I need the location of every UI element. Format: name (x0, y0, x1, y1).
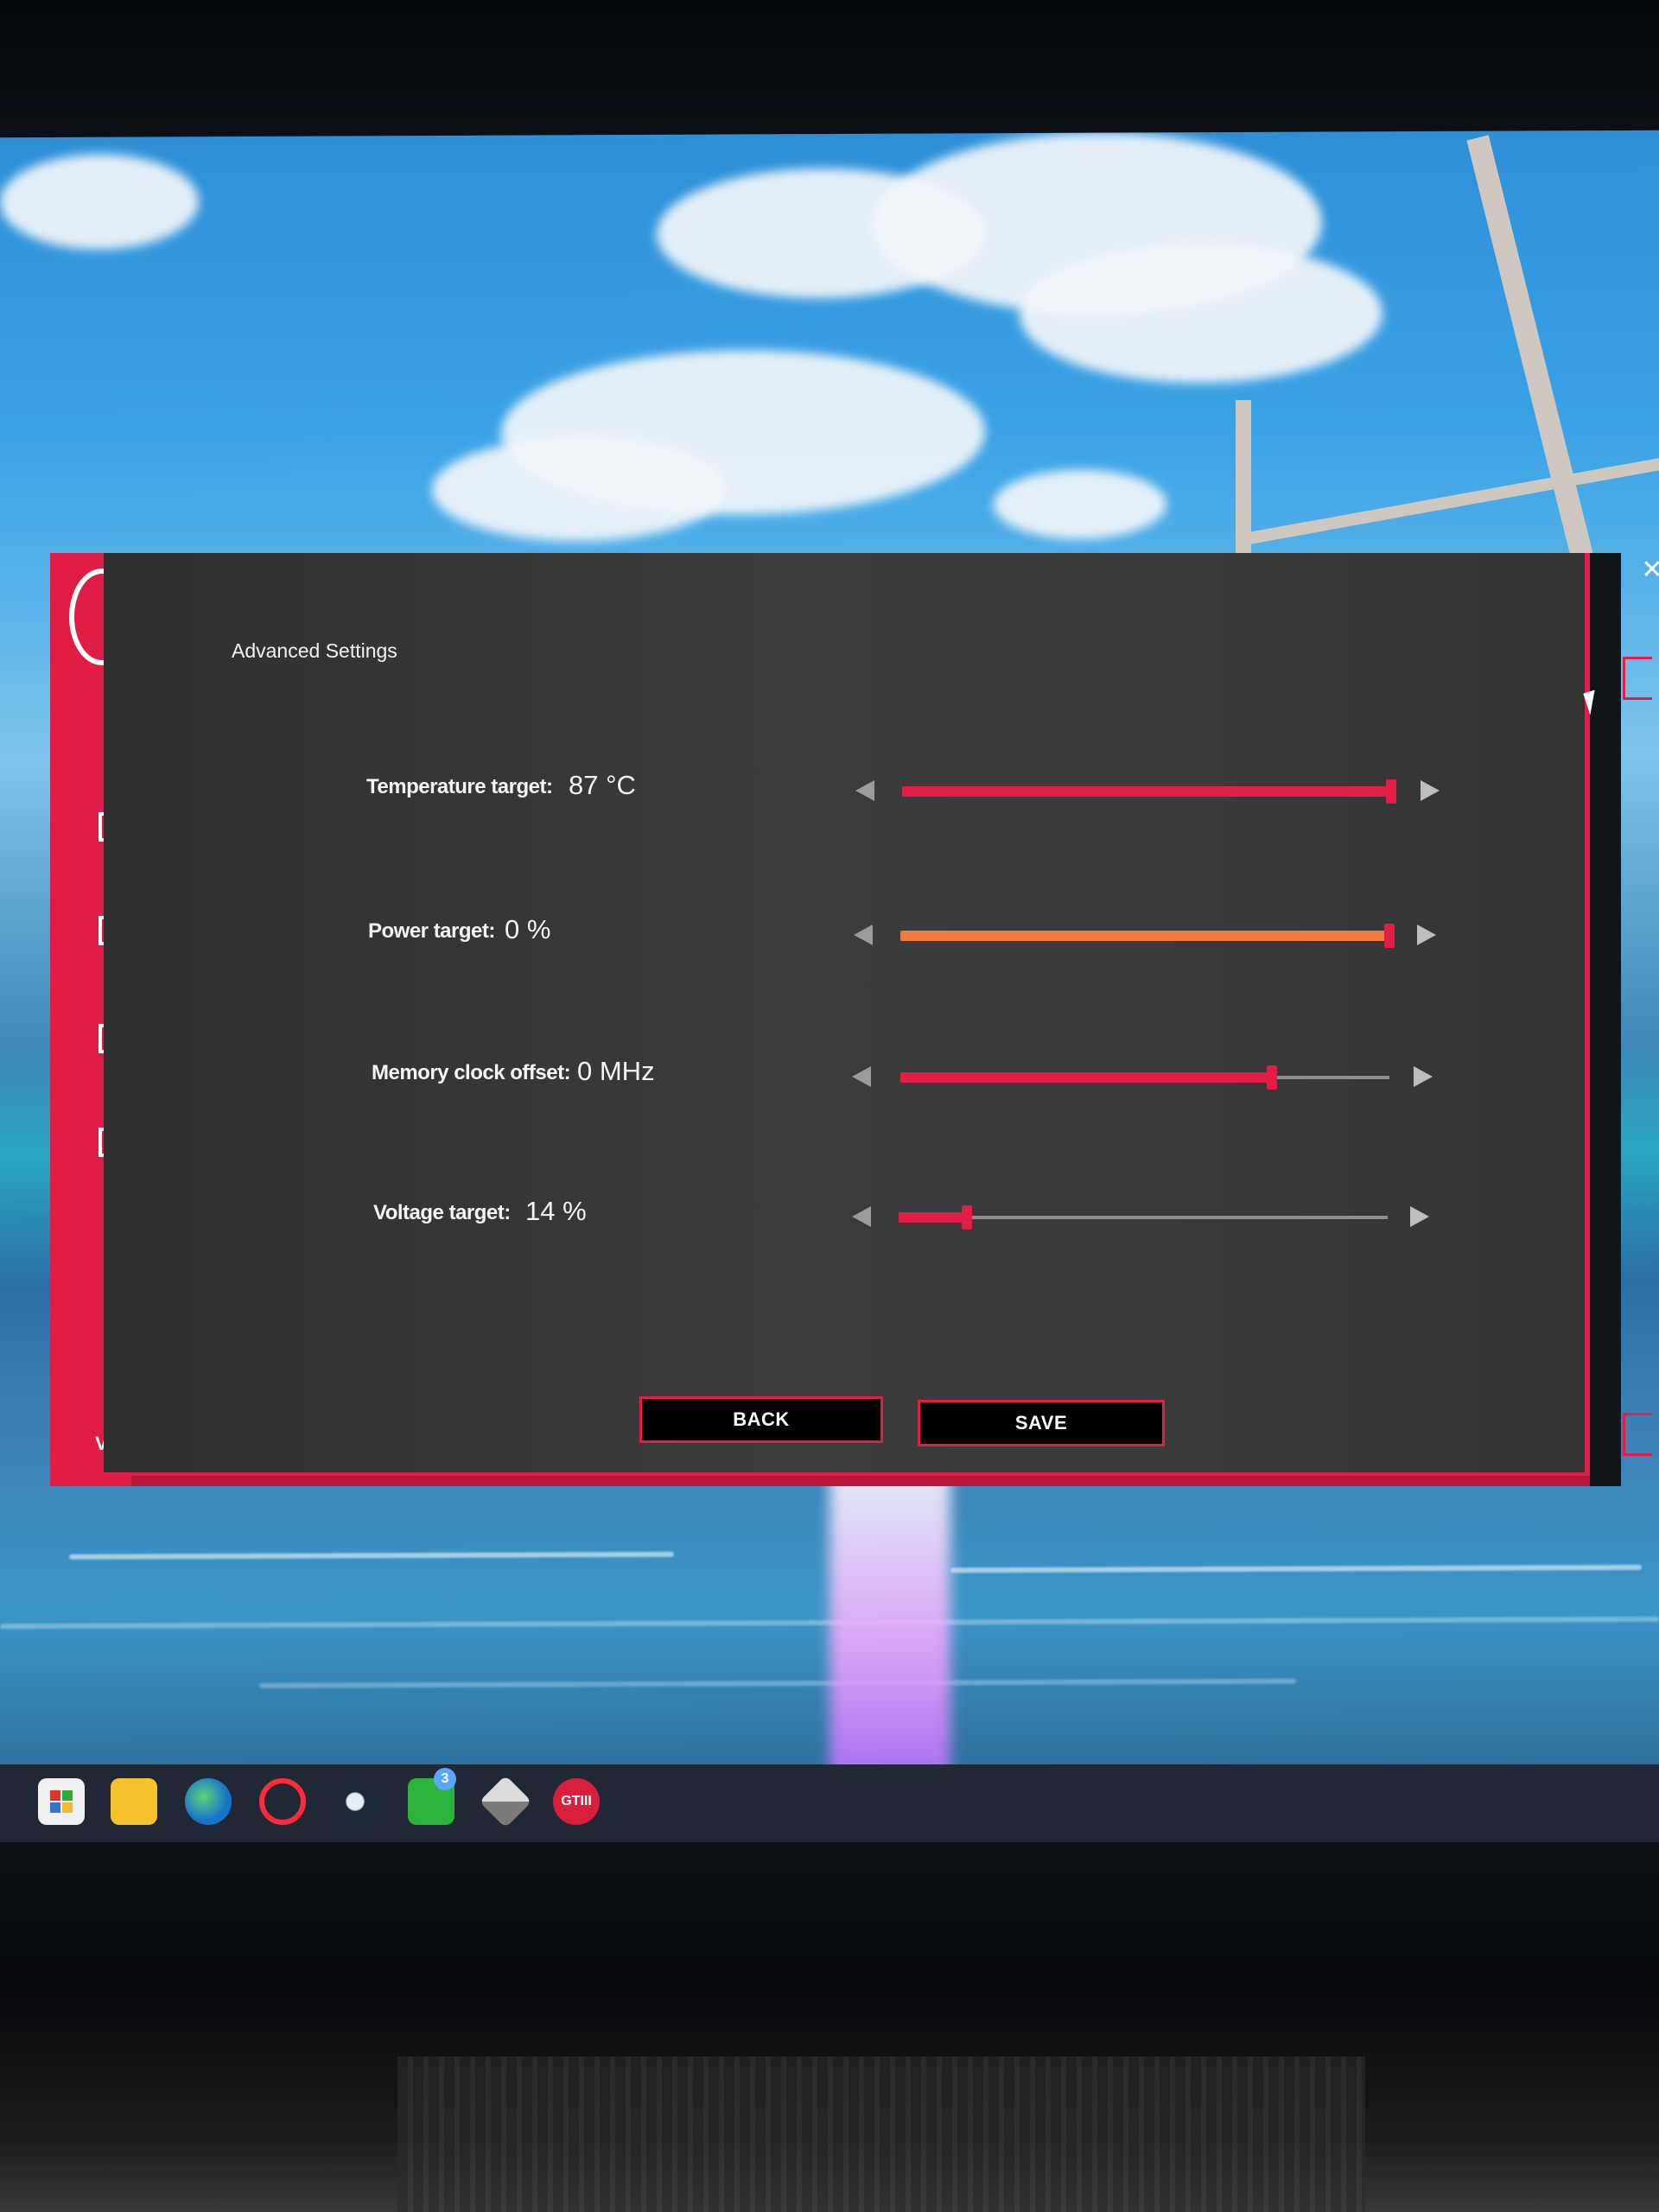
slider-thumb[interactable] (962, 1205, 972, 1230)
decrease-arrow-icon[interactable] (854, 925, 873, 945)
slider-thumb[interactable] (1386, 779, 1396, 804)
increase-arrow-icon[interactable] (1410, 1206, 1429, 1227)
file-explorer-icon[interactable] (111, 1778, 157, 1825)
xbox-icon[interactable]: 3 (408, 1768, 456, 1825)
advanced-settings-panel: Advanced Settings Temperature target: 87… (104, 553, 1590, 1476)
setting-label: Voltage target: (373, 1201, 511, 1224)
slider-fill (900, 1072, 1272, 1083)
increase-arrow-icon[interactable] (1414, 1066, 1433, 1087)
setting-row-temperature: Temperature target: 87 °C (104, 765, 1590, 817)
setting-label: Power target: (368, 919, 495, 943)
temperature-slider[interactable] (902, 779, 1396, 804)
setting-row-memory-clock: Memory clock offset: 0 MHz (104, 1051, 1590, 1103)
setting-label: Temperature target: (366, 775, 553, 798)
steam-icon[interactable] (332, 1778, 378, 1825)
setting-row-power: Power target: 0 % (104, 909, 1590, 961)
cube-app-icon[interactable] (479, 1775, 532, 1828)
close-icon[interactable]: ✕ (1635, 553, 1659, 588)
increase-arrow-icon[interactable] (1421, 780, 1440, 801)
increase-arrow-icon[interactable] (1417, 925, 1436, 945)
gpu-tweak-label: GTIII (561, 1794, 592, 1808)
back-button[interactable]: BACK (639, 1396, 883, 1443)
slider-fill (899, 1212, 967, 1223)
slider-fill (900, 931, 1389, 941)
slider-fill (902, 786, 1391, 797)
collapse-panel-button[interactable] (1623, 1413, 1652, 1456)
save-button[interactable]: SAVE (918, 1400, 1165, 1446)
page-title: Advanced Settings (232, 639, 397, 662)
memory-clock-slider[interactable] (900, 1065, 1389, 1090)
start-icon[interactable] (38, 1778, 85, 1825)
monitor-bezel-top (0, 0, 1659, 143)
slider-thumb[interactable] (1267, 1065, 1277, 1090)
taskbar: 3 GTIII (0, 1764, 1659, 1842)
setting-row-voltage: Voltage target: 14 % (104, 1191, 1590, 1243)
slider-thumb[interactable] (1384, 924, 1395, 948)
decrease-arrow-icon[interactable] (852, 1206, 871, 1227)
decrease-arrow-icon[interactable] (855, 780, 874, 801)
gpu-tweak-icon[interactable]: GTIII (553, 1778, 600, 1825)
setting-label: Memory clock offset: (372, 1061, 571, 1084)
opera-icon[interactable] (259, 1778, 306, 1825)
setting-value: 0 MHz (577, 1056, 655, 1086)
notification-badge: 3 (434, 1768, 456, 1790)
decrease-arrow-icon[interactable] (852, 1066, 871, 1087)
setting-value: 14 % (525, 1196, 587, 1226)
voltage-slider[interactable] (899, 1205, 1388, 1230)
edge-icon[interactable] (185, 1778, 232, 1825)
setting-value: 87 °C (569, 770, 636, 800)
power-slider[interactable] (900, 924, 1395, 948)
keyboard-surface (397, 2056, 1365, 2212)
setting-value: 0 % (505, 914, 551, 944)
gpu-tweak-window: V 1 Advanced Settings Temperature target… (50, 553, 1659, 1486)
restore-panel-button[interactable] (1623, 657, 1652, 700)
